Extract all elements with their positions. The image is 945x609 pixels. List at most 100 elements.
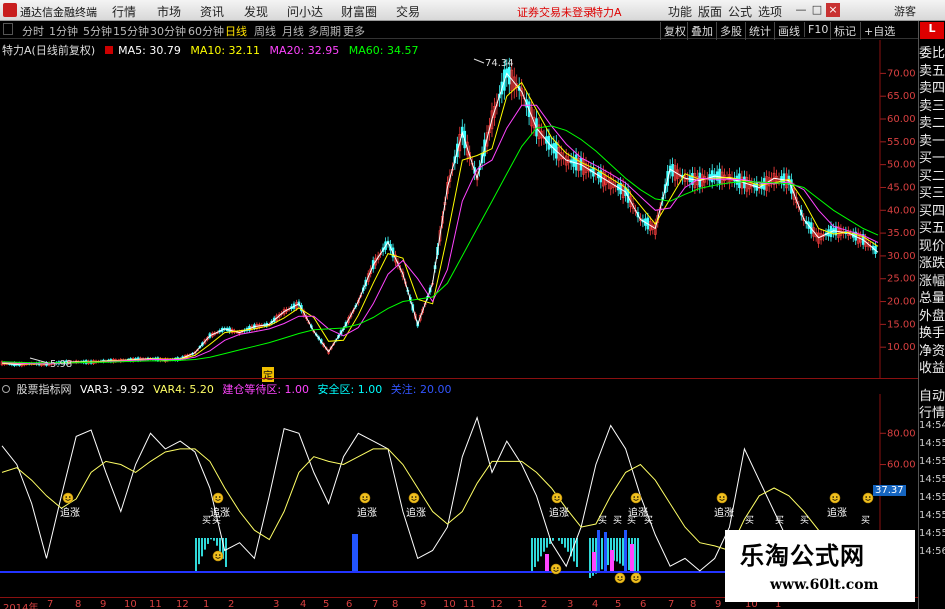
quote-field-1: 卖五 <box>919 63 945 79</box>
menu-faxian[interactable]: 发现 <box>244 3 268 20</box>
smiley-icon <box>630 572 642 584</box>
period-5min[interactable]: 5分钟 <box>83 23 112 39</box>
menu-jiaoyi[interactable]: 交易 <box>396 3 420 20</box>
period-daily[interactable]: 日线 <box>225 23 247 39</box>
btn-f10[interactable]: F10 <box>804 22 831 37</box>
period-weekly[interactable]: 周线 <box>254 23 276 39</box>
smiley-eye-icon <box>637 496 639 498</box>
btn-tongji[interactable]: 统计 <box>745 22 774 40</box>
login-status[interactable]: 证券交易未登录 <box>517 4 594 20</box>
ma-line-ma5 <box>1 72 879 366</box>
smiley-eye-icon <box>836 496 838 498</box>
date-label-21: 3 <box>567 599 574 609</box>
tick-time-4: 14:55 <box>919 492 945 503</box>
user-name[interactable]: 游客 <box>894 3 916 19</box>
smiley-eye-icon <box>865 496 867 498</box>
build-zone-bar <box>630 544 634 572</box>
event-marker[interactable]: 定 <box>262 367 274 382</box>
minimize-button[interactable]: — <box>794 3 808 17</box>
btn-duogu[interactable]: 多股 <box>716 22 745 40</box>
period-monthly[interactable]: 月线 <box>282 23 304 39</box>
price-chart[interactable]: 70.00 65.00 60.00 55.00 50.00 45.00 40.00 35.00… <box>0 40 918 378</box>
date-label-2: 8 <box>75 599 82 609</box>
btn-huaxian[interactable]: 画线 <box>774 22 803 40</box>
smiley-eye-icon <box>65 496 67 498</box>
app-title: 通达信金融终端 <box>20 6 97 19</box>
date-label-1: 7 <box>47 599 54 609</box>
quote-field-15: 外盘 <box>919 308 945 324</box>
buy-label: 买 <box>775 515 784 526</box>
menu-gongneng[interactable]: 功能 <box>668 3 692 20</box>
candle-body <box>718 168 721 184</box>
menu-hangqing[interactable]: 行情 <box>112 3 136 20</box>
y-tick-label: 40.00 <box>887 205 916 216</box>
y-tick-label: 30.00 <box>887 251 916 262</box>
toolbar-toggle-icon[interactable] <box>3 23 13 35</box>
watermark-title: 乐淘公式网 <box>740 541 865 570</box>
indicator-settings-icon[interactable] <box>2 385 10 393</box>
buy-label: 买 <box>202 515 211 526</box>
buy-label: 买 <box>613 515 622 526</box>
buy-label: 买 <box>627 515 636 526</box>
date-label-26: 8 <box>690 599 697 609</box>
quote-field-12: 涨跌 <box>919 256 945 271</box>
quote-field-13: 涨幅 <box>919 273 945 289</box>
menu-zixun[interactable]: 资讯 <box>200 3 224 20</box>
btn-diejia[interactable]: 叠加 <box>687 22 716 40</box>
period-fenshi[interactable]: 分时 <box>22 23 44 39</box>
panel-auto-1[interactable]: 行情 <box>919 402 945 421</box>
buy-label: 买 <box>745 515 754 526</box>
period-15min[interactable]: 15分钟 <box>113 23 149 39</box>
menu-wenxiaoda[interactable]: 问小达 <box>287 3 323 20</box>
signal-label: 追涨 <box>60 506 80 519</box>
low-price-label: 5.98 <box>50 359 73 370</box>
menu-shichang[interactable]: 市场 <box>157 3 181 20</box>
date-label-27: 9 <box>715 599 722 609</box>
panel-box-label[interactable]: L <box>920 22 944 39</box>
menu-caifuquan[interactable]: 财富圈 <box>341 3 377 20</box>
quote-field-5: 卖一 <box>919 133 945 149</box>
date-label-0: 2014年 <box>3 603 39 609</box>
buy-label: 买 <box>800 515 809 526</box>
y-tick-label: 35.00 <box>887 228 916 239</box>
quote-field-8: 买三 <box>919 186 945 201</box>
date-label-3: 9 <box>100 599 107 609</box>
period-more[interactable]: 更多 <box>343 23 365 39</box>
smiley-icon <box>550 563 562 575</box>
smiley-icon <box>829 492 841 504</box>
period-30min[interactable]: 30分钟 <box>150 23 186 39</box>
date-label-14: 8 <box>392 599 399 609</box>
menu-xuanxiang[interactable]: 选项 <box>758 3 782 20</box>
btn-add-favorite[interactable]: +自选 <box>860 22 898 40</box>
date-label-24: 6 <box>640 599 647 609</box>
tick-time-1: 14:55 <box>919 438 945 449</box>
maximize-button[interactable]: □ <box>810 3 824 17</box>
smiley-icon <box>212 550 224 562</box>
date-label-15: 9 <box>420 599 427 609</box>
focus-bar <box>355 534 358 572</box>
signal-label: 追涨 <box>406 506 426 519</box>
smiley-eye-icon <box>366 496 368 498</box>
menu-banmian[interactable]: 版面 <box>698 3 722 20</box>
btn-biaoji[interactable]: 标记 <box>830 22 859 40</box>
smiley-icon <box>212 492 224 504</box>
smiley-icon <box>614 572 626 584</box>
smiley-icon <box>62 492 74 504</box>
period-60min[interactable]: 60分钟 <box>188 23 224 39</box>
y-tick-label: 50.00 <box>887 160 916 171</box>
period-1min[interactable]: 1分钟 <box>49 23 78 39</box>
menu-gongshi[interactable]: 公式 <box>728 3 752 20</box>
sub-y-tick-label: 80.00 <box>887 428 916 439</box>
period-multi[interactable]: 多周期 <box>308 23 341 39</box>
y-tick-label: 25.00 <box>887 274 916 285</box>
quote-field-14: 总量 <box>919 291 945 306</box>
smiley-eye-icon <box>411 496 414 498</box>
btn-fuquan[interactable]: 复权 <box>660 22 689 40</box>
signal-label: 追涨 <box>357 506 377 519</box>
smiley-eye-icon <box>362 496 365 498</box>
date-label-12: 6 <box>346 599 353 609</box>
date-label-22: 4 <box>592 599 599 609</box>
close-button[interactable]: × <box>826 3 840 17</box>
smiley-eye-icon <box>723 496 725 498</box>
quote-field-10: 买五 <box>919 221 945 236</box>
